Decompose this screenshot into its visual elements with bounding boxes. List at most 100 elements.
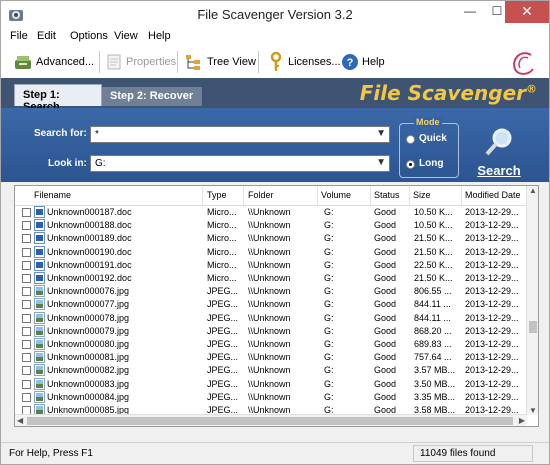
cell-modified: 2013-12-29... (465, 365, 519, 376)
cell-size: 3.50 MB... (414, 378, 456, 389)
cell-folder: \\Unknown (248, 312, 291, 323)
column-divider[interactable] (317, 187, 318, 205)
table-row[interactable]: Unknown000077.jpg JPEG... \\Unknown G: Good 8… (15, 298, 527, 312)
column-divider[interactable] (370, 187, 371, 205)
column-header-volume[interactable]: Volume (321, 190, 351, 200)
row-checkbox[interactable] (22, 392, 31, 402)
table-row[interactable]: Unknown000191.doc Micro... \\Unknown G: Good… (15, 258, 527, 273)
table-row[interactable]: Unknown000081.jpg JPEG... \\Unknown G: Good 7… (15, 351, 527, 365)
cell-modified: 2013-12-29... (465, 378, 519, 389)
chevron-down-icon[interactable]: ▼ (376, 157, 386, 168)
results-table: Filename Type Folder Volume Status Size … (14, 185, 539, 427)
row-checkbox[interactable] (22, 274, 31, 283)
table-row[interactable]: Unknown000190.doc Micro... \\Unknown G: Good… (15, 245, 527, 260)
image-file-icon (34, 298, 45, 311)
row-checkbox[interactable] (22, 234, 31, 244)
cell-volume: G: (324, 299, 334, 310)
row-checkbox[interactable] (22, 353, 31, 363)
column-header-folder[interactable]: Folder (248, 190, 274, 200)
scroll-right-arrow[interactable]: ▶ (519, 416, 525, 425)
table-row[interactable]: Unknown000078.jpg JPEG... \\Unknown G: Good 8… (15, 311, 527, 326)
table-row[interactable]: Unknown000084.jpg JPEG... \\Unknown G: Good 3… (15, 390, 527, 405)
cell-volume: G: (324, 325, 334, 336)
tab-step2-recover[interactable]: Step 2: Recover (102, 87, 202, 106)
row-checkbox[interactable] (22, 366, 31, 376)
advanced-button[interactable]: Advanced... (13, 51, 94, 73)
close-button[interactable]: ✕ (505, 1, 549, 23)
cell-filename: Unknown000082.jpg (47, 365, 130, 376)
tree-view-button[interactable]: Tree View (184, 51, 256, 73)
horizontal-scroll-thumb[interactable] (27, 417, 513, 425)
column-divider[interactable] (461, 187, 462, 205)
image-file-icon (34, 324, 45, 337)
scroll-down-arrow[interactable]: ▼ (529, 406, 537, 415)
table-row[interactable]: Unknown000080.jpg JPEG... \\Unknown G: Good 6… (15, 338, 527, 352)
row-checkbox[interactable] (22, 247, 31, 257)
column-header-type[interactable]: Type (207, 190, 227, 200)
vertical-scrollbar[interactable]: ▲ ▼ (526, 186, 538, 415)
table-row[interactable]: Unknown000192.doc Micro... \\Unknown G: Good… (15, 272, 527, 286)
table-row[interactable]: Unknown000187.doc Micro... \\Unknown G: Good… (15, 206, 527, 220)
cell-status: Good (374, 207, 397, 217)
toolbar-separator (99, 51, 100, 73)
minimize-button[interactable]: — (456, 1, 484, 23)
mode-quick-radio[interactable] (406, 135, 415, 144)
row-checkbox[interactable] (22, 221, 31, 231)
look-in-input[interactable]: G: ▼ (90, 155, 390, 172)
column-header-status[interactable]: Status (374, 190, 400, 200)
menu-options[interactable]: Options (70, 30, 108, 42)
cell-volume: G: (324, 286, 334, 297)
cell-folder: \\Unknown (248, 220, 291, 231)
column-divider[interactable] (202, 187, 203, 205)
table-row[interactable]: Unknown000083.jpg JPEG... \\Unknown G: Good 3… (15, 377, 527, 392)
chevron-down-icon[interactable]: ▼ (376, 128, 386, 139)
licenses-button[interactable]: Licenses... (267, 51, 341, 73)
cell-filename: Unknown000077.jpg (47, 299, 130, 310)
search-for-input[interactable]: * ▼ (90, 126, 390, 143)
toolbar-separator (258, 51, 259, 73)
help-button[interactable]: ? Help (341, 51, 385, 73)
column-header-filename[interactable]: Filename (34, 190, 71, 200)
table-row[interactable]: Unknown000082.jpg JPEG... \\Unknown G: Good 3… (15, 364, 527, 378)
horizontal-scrollbar[interactable]: ◀ ▶ (15, 414, 527, 426)
column-header-size[interactable]: Size (413, 190, 431, 200)
cell-folder: \\Unknown (248, 325, 291, 336)
table-row[interactable]: Unknown000189.doc Micro... \\Unknown G: Good… (15, 232, 527, 246)
cell-type: Micro... (207, 259, 237, 270)
menu-file[interactable]: File (10, 30, 28, 42)
row-checkbox[interactable] (22, 326, 31, 336)
row-checkbox[interactable] (22, 313, 31, 323)
row-checkbox[interactable] (22, 208, 31, 217)
column-divider[interactable] (243, 187, 244, 205)
menu-help[interactable]: Help (148, 30, 171, 42)
row-checkbox[interactable] (22, 287, 31, 297)
cell-volume: G: (324, 365, 334, 376)
search-button[interactable]: Search (467, 122, 531, 180)
cell-filename: Unknown000189.doc (47, 233, 132, 244)
row-checkbox[interactable] (22, 260, 31, 270)
cell-status: Good (374, 325, 397, 336)
menu-edit[interactable]: Edit (37, 30, 56, 42)
table-row[interactable]: Unknown000076.jpg JPEG... \\Unknown G: Good 8… (15, 285, 527, 299)
cell-size: 757.64 ... (414, 352, 452, 363)
mode-long-radio[interactable] (406, 160, 415, 169)
row-checkbox[interactable] (22, 340, 31, 349)
properties-button[interactable]: Properties (105, 51, 176, 73)
cell-size: 3.57 MB... (414, 365, 456, 376)
table-row[interactable]: Unknown000079.jpg JPEG... \\Unknown G: Good 8… (15, 324, 527, 339)
menu-view[interactable]: View (114, 30, 138, 42)
column-divider[interactable] (409, 187, 410, 205)
scroll-left-arrow[interactable]: ◀ (17, 416, 23, 425)
word-document-icon (34, 258, 45, 271)
scroll-up-arrow[interactable]: ▲ (529, 186, 537, 195)
cell-size: 10.50 K... (414, 207, 453, 217)
column-header-modified[interactable]: Modified Date (465, 190, 521, 200)
cell-status: Good (374, 233, 397, 244)
row-checkbox[interactable] (22, 379, 31, 389)
vertical-scroll-thumb[interactable] (529, 321, 537, 333)
svg-text:?: ? (347, 57, 354, 69)
cell-volume: G: (324, 378, 334, 389)
table-row[interactable]: Unknown000188.doc Micro... \\Unknown G: Good… (15, 219, 527, 233)
row-checkbox[interactable] (22, 300, 31, 310)
tab-step1-search[interactable]: Step 1: Search (14, 84, 102, 113)
